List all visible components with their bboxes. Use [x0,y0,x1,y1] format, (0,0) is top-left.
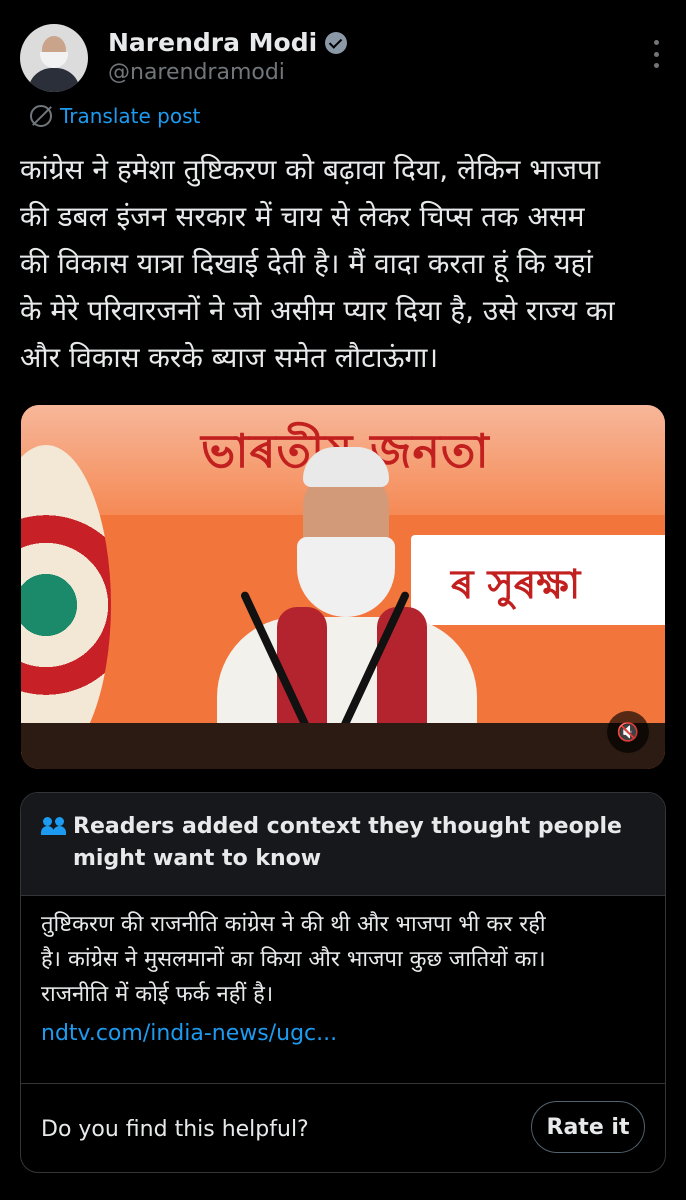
community-note-header: Readers added context they thought peopl… [21,793,665,896]
community-note-title: Readers added context they thought peopl… [73,811,643,875]
post-text-line: और विकास करके ब्याज समेत लौटाऊंगा। [20,341,439,374]
post-text-line: कांग्रेस ने हमेशा तुष्टिकरण को बढ़ावा दि… [20,153,601,186]
avatar-body [28,68,80,92]
translate-post-link[interactable]: Translate post [30,104,200,128]
note-title-line: Readers added context they thought peopl… [73,814,622,839]
people-icon [41,817,67,835]
speaker-hair [303,447,389,487]
community-note: Readers added context they thought peopl… [20,792,666,1173]
podium [21,723,665,769]
divider [21,1083,665,1084]
helpful-question: Do you find this helpful? [41,1117,309,1142]
note-source-link[interactable]: ndtv.com/india-news/ugc... [41,1016,651,1051]
verified-badge-icon [325,31,348,54]
translate-icon [30,105,52,127]
avatar-beard [40,52,68,68]
post-text-line: के मेरे परिवारजनों ने जो असीम प्यार दिया… [20,294,615,327]
avatar[interactable] [20,24,88,92]
post-text: कांग्रेस ने हमेशा तुष्टिकरण को बढ़ावा दि… [20,146,660,381]
note-body-line: राजनीति में कोई फर्क नहीं है। [41,982,274,1007]
author-handle[interactable]: @narendramodi [108,60,285,85]
note-title-line: might want to know [73,846,322,871]
banner-side-text: ৰ সুৰক্ষা [451,562,581,608]
author-name-row: Narendra Modi [108,28,348,57]
post-text-line: की विकास यात्रा दिखाई देती है। मैं वादा … [20,247,593,280]
author-name[interactable]: Narendra Modi [108,28,317,57]
video-player[interactable]: ভাৰতীয় জনতা ৰ সুৰক্ষা 🔇 [21,405,665,769]
rate-it-button[interactable]: Rate it [531,1101,645,1153]
more-options-icon[interactable] [654,40,660,68]
note-body-line: तुष्टिकरण की राजनीति कांग्रेस ने की थी औ… [41,912,546,937]
note-body-line: है। कांग्रेस ने मुसलमानों का किया और भाज… [41,947,546,972]
speaker-beard [297,537,395,617]
community-note-body: तुष्टिकरण की राजनीति कांग्रेस ने की थी औ… [41,907,651,1051]
post-header: Narendra Modi @narendramodi [20,24,666,94]
translate-label: Translate post [60,104,201,128]
post-text-line: की डबल इंजन सरकार में चाय से लेकर चिप्स … [20,200,585,233]
speaker-muted-icon[interactable]: 🔇 [607,711,649,753]
